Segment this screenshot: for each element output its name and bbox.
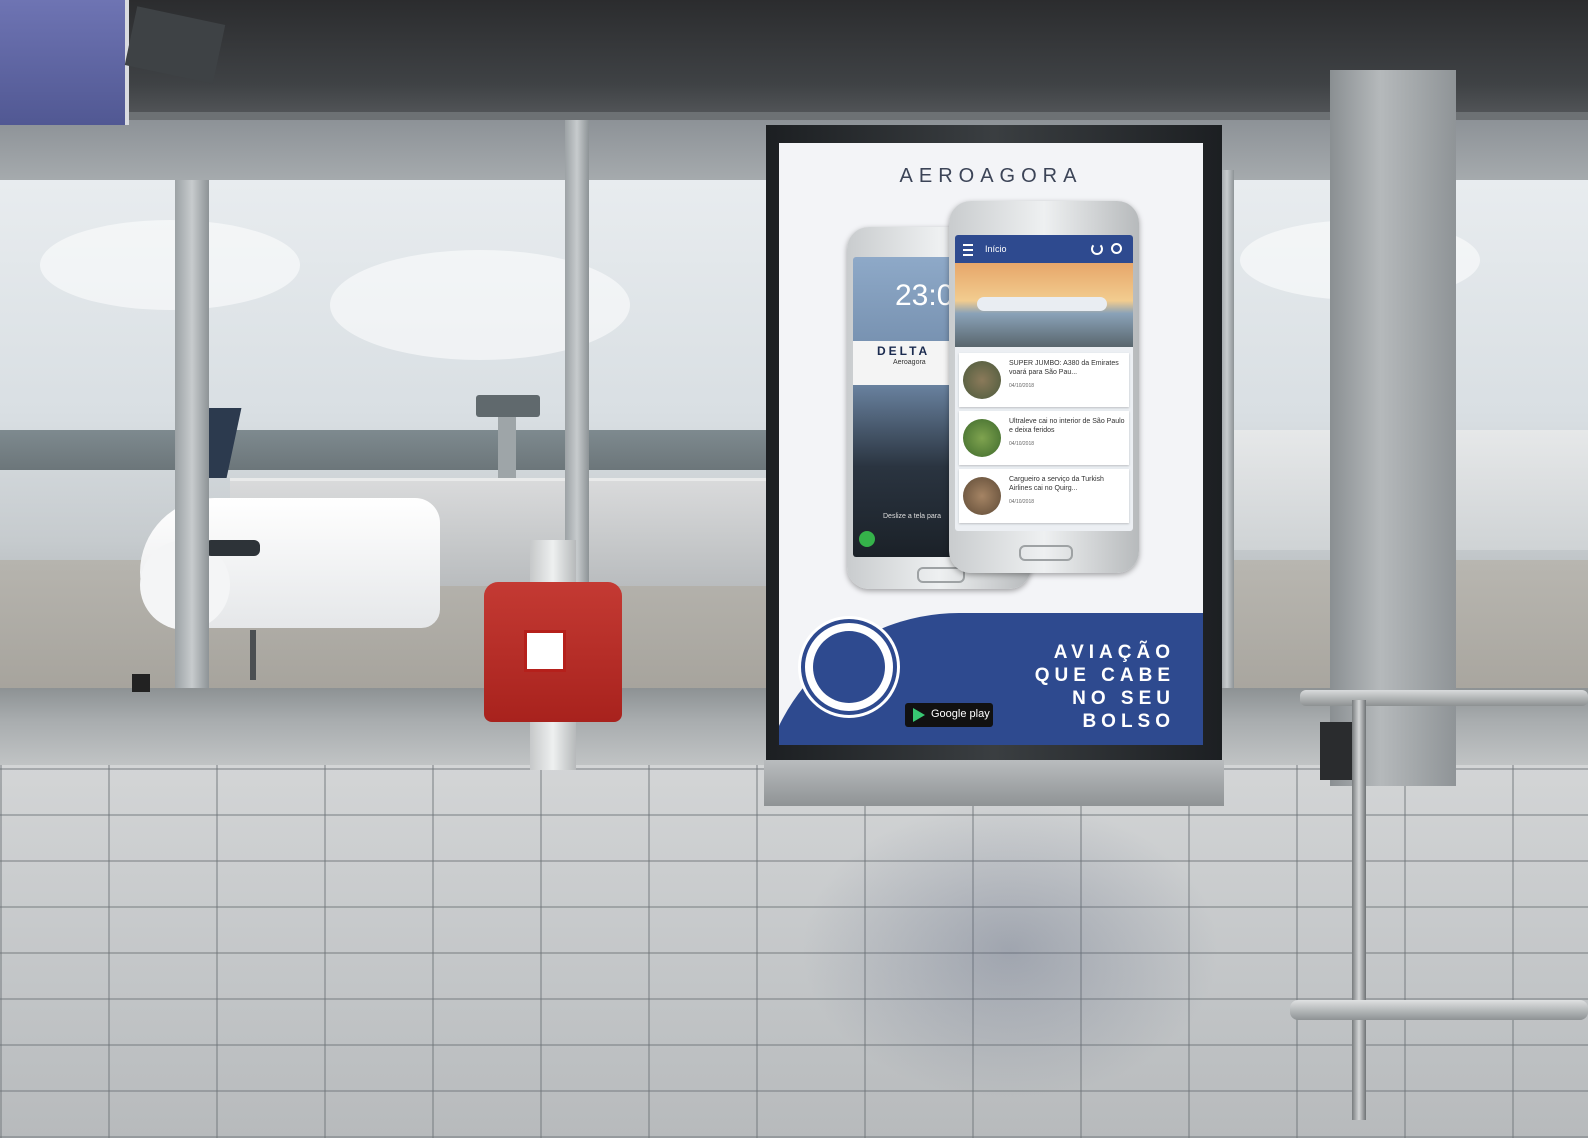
notification-app: Aeroagora <box>893 359 926 366</box>
window-mullion <box>1220 170 1234 690</box>
trash-bin <box>132 674 150 692</box>
tagline-line: BOLSO <box>1082 711 1175 732</box>
home-button <box>917 567 965 583</box>
news-thumbnail <box>963 419 1001 457</box>
railing-post <box>1352 700 1366 1120</box>
news-date: 04/10/2018 <box>1009 441 1035 447</box>
control-tower-cab <box>476 395 540 417</box>
news-thumbnail <box>963 361 1001 399</box>
swipe-hint: Deslize a tela para <box>883 513 941 520</box>
hero-airplane <box>977 297 1107 311</box>
app-screen: Início SUPER JUMBO: A380 da Emirates voa… <box>955 235 1133 531</box>
advert-poster: AEROAGORA 23:0 DELTA Aeroagora Deslize a… <box>779 143 1203 745</box>
cloud <box>40 220 300 310</box>
news-item: Ultraleve cai no interior de São Paulo e… <box>959 411 1129 465</box>
phone-front: Início SUPER JUMBO: A380 da Emirates voa… <box>949 201 1139 573</box>
tagline: AVIAÇÃO QUE CABE NO SEU BOLSO <box>965 641 1175 733</box>
airplane-logo-icon <box>813 631 885 703</box>
news-title: Ultraleve cai no interior de São Paulo e… <box>1009 418 1125 434</box>
news-thumbnail <box>963 477 1001 515</box>
distant-terminal <box>0 430 770 470</box>
home-button <box>1019 545 1073 561</box>
notification-brand: DELTA <box>877 344 931 358</box>
airport-scene: AEROAGORA 23:0 DELTA Aeroagora Deslize a… <box>0 0 1588 1138</box>
news-title: SUPER JUMBO: A380 da Emirates voará para… <box>1009 360 1119 376</box>
app-bar-title: Início <box>985 244 1007 254</box>
news-item: SUPER JUMBO: A380 da Emirates voará para… <box>959 353 1129 407</box>
tagline-line: NO SEU <box>1072 688 1175 709</box>
tiled-floor <box>0 765 1588 1138</box>
billboard-base <box>764 760 1224 806</box>
news-date: 04/10/2018 <box>1009 499 1035 505</box>
phone-call-icon <box>859 531 875 547</box>
search-icon <box>1111 243 1122 254</box>
fire-hose-sign <box>524 630 566 672</box>
brand-name: AEROAGORA <box>899 165 1083 187</box>
play-store-icon <box>913 708 925 722</box>
window-mullion <box>175 180 209 690</box>
aeroagora-logo <box>801 619 897 715</box>
news-date: 04/10/2018 <box>1009 383 1035 389</box>
railing-box <box>1320 722 1354 780</box>
tagline-line: AVIAÇÃO <box>1053 642 1175 663</box>
airplane-cockpit-window <box>205 540 260 556</box>
overhead-display <box>0 0 129 125</box>
news-item: Cargueiro a serviço da Turkish Airlines … <box>959 469 1129 523</box>
landing-gear <box>250 630 292 680</box>
app-bar: Início <box>955 235 1133 263</box>
railing-top <box>1300 690 1588 706</box>
lock-clock: 23:0 <box>895 279 954 312</box>
refresh-icon <box>1091 243 1103 255</box>
railing-bar <box>1290 1000 1588 1020</box>
news-title: Cargueiro a serviço da Turkish Airlines … <box>1009 476 1104 492</box>
menu-icon <box>963 244 973 256</box>
tagline-line: QUE CABE <box>1034 665 1175 686</box>
floor-reflection <box>800 800 1220 1100</box>
concrete-pillar <box>1330 70 1456 786</box>
